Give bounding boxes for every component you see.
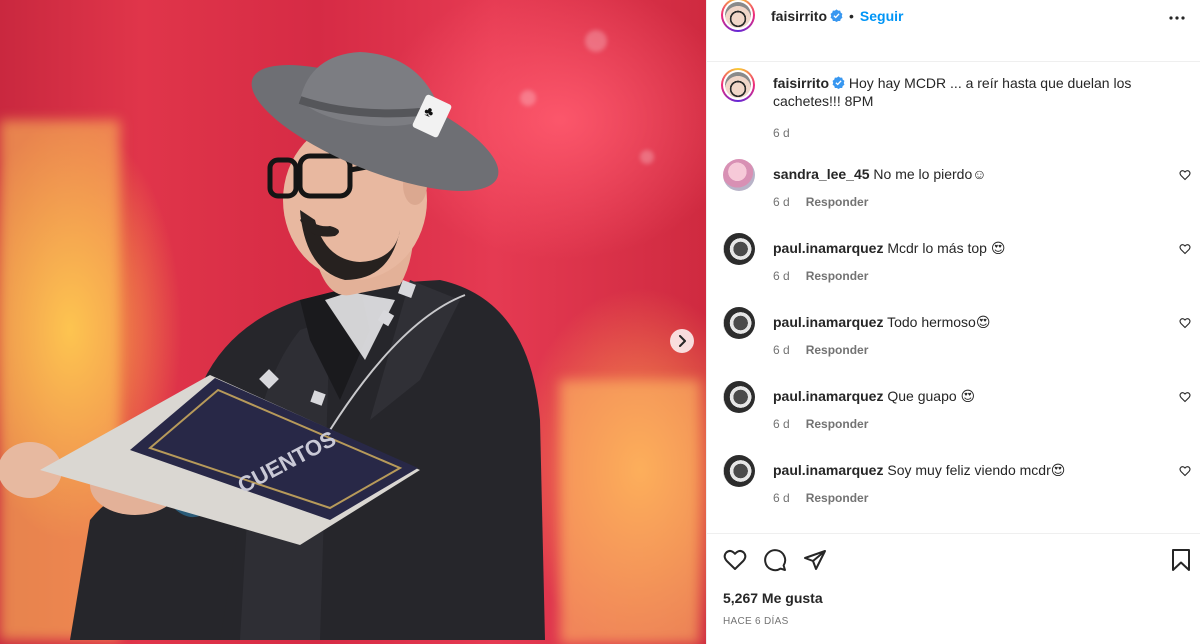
- commenter-avatar[interactable]: [723, 455, 755, 487]
- comment-username[interactable]: paul.inamarquez: [773, 240, 883, 256]
- bookmark-icon[interactable]: [1169, 548, 1193, 572]
- comment-body: Soy muy feliz viendo mcdr😍: [887, 462, 1066, 478]
- author-username[interactable]: faisirrito: [771, 8, 827, 24]
- comment-body: No me lo pierdo☺: [873, 166, 987, 182]
- comments-list[interactable]: faisirrito Hoy hay MCDR ... a reír hasta…: [707, 63, 1200, 533]
- comment-item: paul.inamarquez Soy muy feliz viendo mcd…: [723, 455, 1193, 511]
- caption-text: faisirrito Hoy hay MCDR ... a reír hasta…: [773, 74, 1153, 110]
- comment-time: 6 d: [773, 195, 790, 209]
- comment-body: Mcdr lo más top 😍: [887, 240, 1006, 256]
- caption-time: 6 d: [773, 126, 790, 140]
- follow-button[interactable]: Seguir: [860, 8, 904, 24]
- likes-count[interactable]: 5,267 Me gusta: [723, 590, 823, 606]
- more-options-icon[interactable]: [1165, 6, 1189, 30]
- next-image-button[interactable]: [670, 329, 694, 353]
- post-caption: faisirrito Hoy hay MCDR ... a reír hasta…: [721, 68, 1193, 148]
- comment-time: 6 d: [773, 343, 790, 357]
- comment-time: 6 d: [773, 491, 790, 505]
- comment-meta: 6 d Responder: [773, 269, 868, 283]
- comment-time: 6 d: [773, 269, 790, 283]
- comment-meta: 6 d Responder: [773, 195, 868, 209]
- author-avatar[interactable]: [721, 0, 755, 32]
- comment-text: paul.inamarquez Todo hermoso😍: [773, 313, 1153, 331]
- commenter-avatar[interactable]: [723, 159, 755, 191]
- reply-button[interactable]: Responder: [806, 491, 869, 505]
- post-actions: 5,267 Me gusta HACE 6 DÍAS: [707, 533, 1200, 644]
- reply-button[interactable]: Responder: [806, 269, 869, 283]
- comment-body: Que guapo 😍: [887, 388, 976, 404]
- comment-meta: 6 d Responder: [773, 417, 868, 431]
- comment-username[interactable]: paul.inamarquez: [773, 462, 883, 478]
- verified-badge-icon: [830, 9, 843, 22]
- comment-body: Todo hermoso😍: [887, 314, 991, 330]
- comment-meta: 6 d Responder: [773, 343, 868, 357]
- comment-username[interactable]: sandra_lee_45: [773, 166, 870, 182]
- comment-item: paul.inamarquez Que guapo 😍 6 d Responder: [723, 381, 1193, 437]
- commenter-avatar[interactable]: [723, 381, 755, 413]
- caption-meta: 6 d: [773, 126, 790, 140]
- comment-item: sandra_lee_45 No me lo pierdo☺ 6 d Respon…: [723, 159, 1193, 215]
- verified-badge-icon: [832, 76, 845, 89]
- like-comment-icon[interactable]: [1179, 243, 1191, 255]
- commenter-avatar[interactable]: [723, 307, 755, 339]
- comment-username[interactable]: paul.inamarquez: [773, 314, 883, 330]
- like-comment-icon[interactable]: [1179, 317, 1191, 329]
- comment-item: paul.inamarquez Todo hermoso😍 6 d Respond…: [723, 307, 1193, 363]
- reply-button[interactable]: Responder: [806, 195, 869, 209]
- reply-button[interactable]: Responder: [806, 417, 869, 431]
- post-image: CUENTOS ♣: [0, 0, 706, 644]
- share-icon[interactable]: [803, 548, 827, 572]
- comment-time: 6 d: [773, 417, 790, 431]
- post-side-panel: faisirrito • Seguir faisirrito Hoy hay MCD…: [706, 0, 1200, 644]
- comment-username[interactable]: paul.inamarquez: [773, 388, 883, 404]
- like-comment-icon[interactable]: [1179, 391, 1191, 403]
- comment-text: sandra_lee_45 No me lo pierdo☺: [773, 165, 1153, 183]
- separator-dot: •: [849, 8, 854, 24]
- post-date: HACE 6 DÍAS: [723, 616, 789, 627]
- comment-text: paul.inamarquez Soy muy feliz viendo mcd…: [773, 461, 1153, 479]
- commenter-avatar[interactable]: [723, 233, 755, 265]
- reply-button[interactable]: Responder: [806, 343, 869, 357]
- comment-icon[interactable]: [763, 548, 787, 572]
- comment-item: paul.inamarquez Mcdr lo más top 😍 6 d Res…: [723, 233, 1193, 289]
- heart-icon[interactable]: [723, 548, 747, 572]
- like-comment-icon[interactable]: [1179, 169, 1191, 181]
- post-header: faisirrito • Seguir: [707, 0, 1200, 62]
- author-line: faisirrito • Seguir: [771, 8, 904, 26]
- comment-text: paul.inamarquez Que guapo 😍: [773, 387, 1153, 405]
- caption-username[interactable]: faisirrito: [773, 75, 829, 91]
- chevron-right-icon: [679, 335, 686, 347]
- presenter-figure: CUENTOS ♣: [0, 52, 545, 640]
- author-avatar[interactable]: [721, 68, 755, 102]
- like-comment-icon[interactable]: [1179, 465, 1191, 477]
- comment-meta: 6 d Responder: [773, 491, 868, 505]
- comment-text: paul.inamarquez Mcdr lo más top 😍: [773, 239, 1153, 257]
